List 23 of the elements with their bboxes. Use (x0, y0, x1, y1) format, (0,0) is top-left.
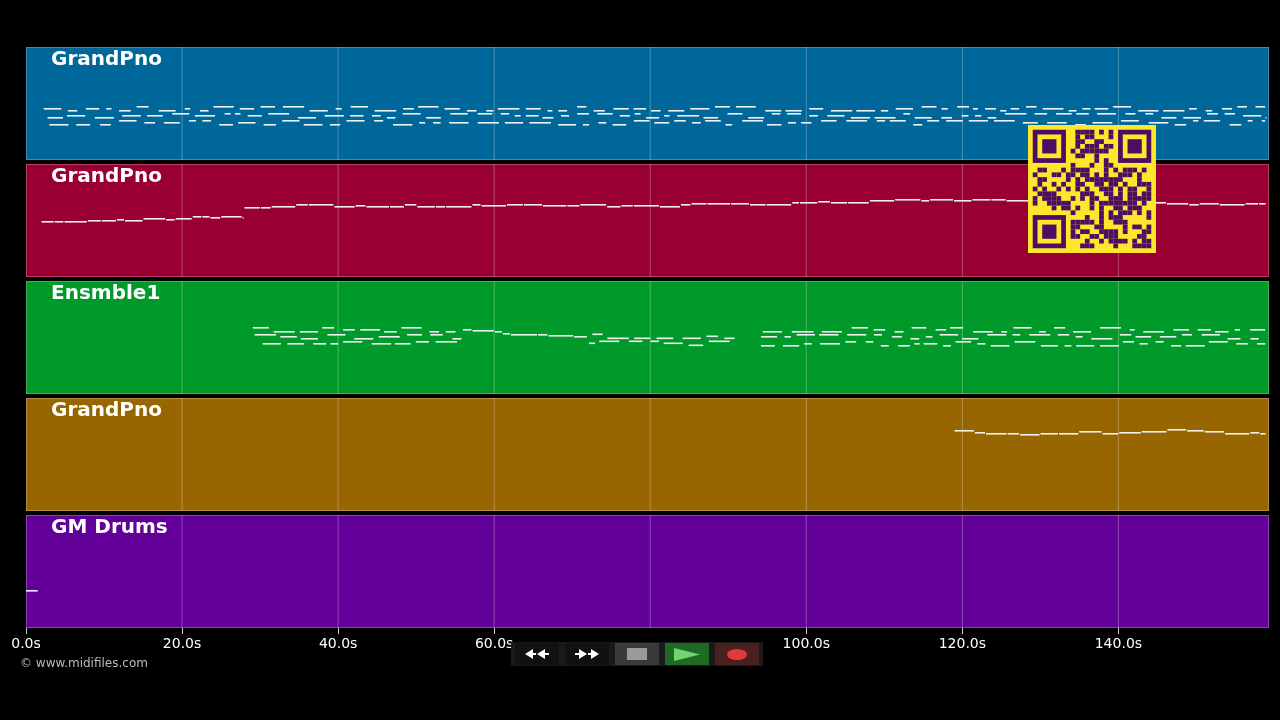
track-name: GrandPno (51, 47, 162, 69)
track-name: GM Drums (51, 515, 168, 537)
time-label: 40.0s (318, 635, 358, 651)
time-label: 0.0s (11, 635, 41, 651)
time-label: 60.0s (474, 635, 514, 651)
forward-button[interactable] (565, 643, 609, 665)
fast-forward-icon (574, 648, 600, 660)
time-label: 20.0s (162, 635, 202, 651)
stop-icon (627, 648, 647, 660)
record-button[interactable] (715, 643, 759, 665)
track-name: GrandPno (51, 398, 162, 420)
credit-text: © www.midifiles.com (20, 656, 148, 670)
stop-button[interactable] (615, 643, 659, 665)
rewind-button[interactable] (515, 643, 559, 665)
record-icon (727, 648, 747, 660)
time-label: 140.0s (1094, 635, 1143, 651)
track-name: GrandPno (51, 164, 162, 186)
play-icon (674, 647, 700, 661)
rewind-icon (524, 648, 550, 660)
play-button[interactable] (665, 643, 709, 665)
time-label: 120.0s (938, 635, 987, 651)
time-label: 100.0s (782, 635, 830, 651)
track-name: Ensmble1 (51, 281, 161, 303)
